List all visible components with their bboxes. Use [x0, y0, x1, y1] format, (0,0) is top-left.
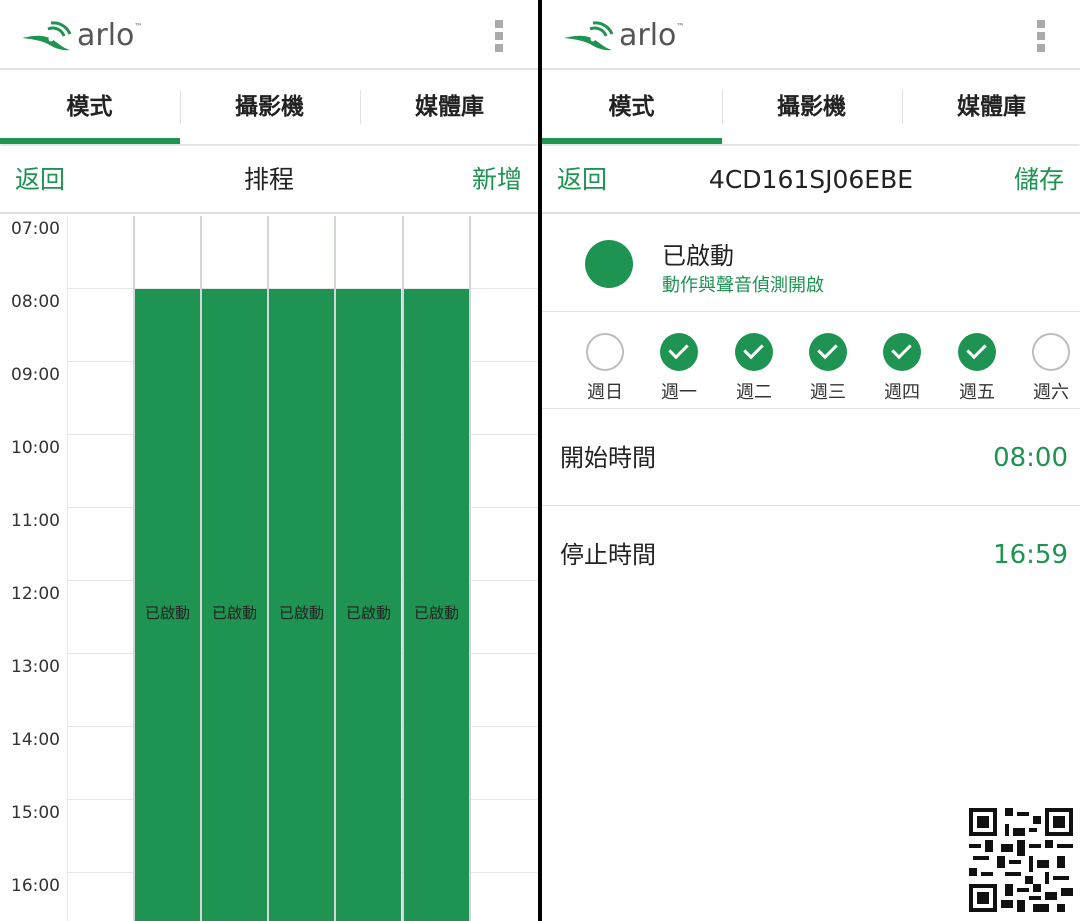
logo-wordmark: arlo: [77, 18, 135, 53]
schedule-grid[interactable]: 07:00 08:00 09:00 10:00 11:00 12:00 13:0…: [0, 216, 538, 921]
time-label: 15:00: [11, 803, 60, 823]
bird-icon: [22, 21, 72, 51]
check-circle-icon: [735, 333, 773, 371]
active-tab-indicator: [0, 138, 180, 144]
tab-bar: 模式 攝影機 媒體庫: [542, 72, 1080, 144]
schedule-header: 排程 返回 新增: [0, 146, 538, 214]
qr-code-icon: [969, 808, 1073, 912]
tab-cameras[interactable]: 攝影機: [180, 72, 359, 144]
day-toggle-wed[interactable]: 週三: [798, 333, 858, 404]
time-label: 07:00: [11, 219, 60, 239]
schedule-block-mon[interactable]: 已啟動: [135, 289, 200, 921]
time-label: 11:00: [11, 511, 60, 531]
status-indicator-dot: [585, 240, 633, 288]
day-label: 週日: [587, 382, 623, 403]
tab-cameras[interactable]: 攝影機: [722, 72, 901, 144]
app-bar: arlo™: [0, 0, 538, 70]
arlo-logo: arlo™: [560, 14, 690, 58]
day-label: 週二: [736, 382, 772, 403]
time-label: 08:00: [11, 292, 60, 312]
time-label: 12:00: [11, 584, 60, 604]
schedule-detail-screen: arlo™ 模式 攝影機 媒體庫 4CD161SJ06EBE 返回 儲存 已啟動…: [542, 0, 1080, 921]
schedule-screen: arlo™ 模式 攝影機 媒體庫 排程 返回 新增 07:00 08:00 09…: [0, 0, 538, 921]
start-time-label: 開始時間: [560, 444, 656, 472]
status-title: 已啟動: [662, 242, 734, 270]
detail-header: 4CD161SJ06EBE 返回 儲存: [542, 146, 1080, 214]
active-tab-indicator: [542, 138, 722, 144]
device-title: 4CD161SJ06EBE: [708, 165, 914, 194]
schedule-block-label: 已啟動: [278, 604, 324, 622]
time-label: 14:00: [11, 730, 60, 750]
save-button[interactable]: 儲存: [1014, 146, 1064, 214]
add-button[interactable]: 新增: [472, 146, 522, 214]
day-label: 週三: [810, 382, 846, 403]
schedule-block-fri[interactable]: 已啟動: [404, 289, 469, 921]
day-label: 週四: [884, 382, 920, 403]
back-button[interactable]: 返回: [557, 146, 607, 214]
status-subtitle: 動作與聲音偵測開啟: [662, 275, 824, 296]
day-toggle-tue[interactable]: 週二: [724, 333, 784, 404]
day-label: 週一: [661, 382, 697, 403]
start-time-value[interactable]: 08:00: [993, 410, 1068, 506]
back-button[interactable]: 返回: [15, 146, 65, 214]
app-bar: arlo™: [542, 0, 1080, 70]
bird-icon: [564, 21, 614, 51]
time-label: 13:00: [11, 657, 60, 677]
tab-modes[interactable]: 模式: [0, 72, 179, 144]
unchecked-circle-icon: [1032, 333, 1070, 371]
overflow-menu-icon[interactable]: [492, 20, 504, 52]
day-label: 週六: [1033, 382, 1069, 403]
time-label: 09:00: [11, 365, 60, 385]
schedule-block-label: 已啟動: [413, 604, 459, 622]
schedule-block-label: 已啟動: [345, 604, 391, 622]
schedule-block-label: 已啟動: [211, 604, 257, 622]
day-toggle-thu[interactable]: 週四: [872, 333, 932, 404]
check-circle-icon: [958, 333, 996, 371]
tab-library[interactable]: 媒體庫: [360, 72, 538, 144]
day-toggle-mon[interactable]: 週一: [649, 333, 709, 404]
check-circle-icon: [883, 333, 921, 371]
start-time-row[interactable]: 開始時間 08:00: [542, 410, 1080, 506]
check-circle-icon: [809, 333, 847, 371]
schedule-block-tue[interactable]: 已啟動: [202, 289, 267, 921]
day-label: 週五: [959, 382, 995, 403]
stop-time-value[interactable]: 16:59: [993, 507, 1068, 603]
overflow-menu-icon[interactable]: [1034, 20, 1046, 52]
stop-time-row[interactable]: 停止時間 16:59: [542, 507, 1080, 603]
schedule-block-thu[interactable]: 已啟動: [336, 289, 401, 921]
time-label: 16:00: [11, 876, 60, 896]
day-toggle-sat[interactable]: 週六: [1021, 333, 1080, 404]
check-circle-icon: [660, 333, 698, 371]
stop-time-label: 停止時間: [560, 541, 656, 569]
tab-modes[interactable]: 模式: [542, 72, 721, 144]
trademark-mark: ™: [676, 22, 685, 31]
tab-bar: 模式 攝影機 媒體庫: [0, 72, 538, 144]
logo-wordmark: arlo: [619, 18, 677, 53]
unchecked-circle-icon: [586, 333, 624, 371]
schedule-block-wed[interactable]: 已啟動: [269, 289, 334, 921]
arlo-logo: arlo™: [18, 14, 148, 58]
mode-status-row[interactable]: 已啟動 動作與聲音偵測開啟: [542, 216, 1080, 312]
tab-library[interactable]: 媒體庫: [902, 72, 1080, 144]
trademark-mark: ™: [134, 22, 143, 31]
day-toggle-sun[interactable]: 週日: [575, 333, 635, 404]
day-toggle-fri[interactable]: 週五: [947, 333, 1007, 404]
time-label: 10:00: [11, 438, 60, 458]
schedule-block-label: 已啟動: [144, 604, 190, 622]
day-selector: 週日 週一 週二 週三 週四 週五 週六: [542, 313, 1080, 409]
page-title: 排程: [243, 165, 294, 194]
